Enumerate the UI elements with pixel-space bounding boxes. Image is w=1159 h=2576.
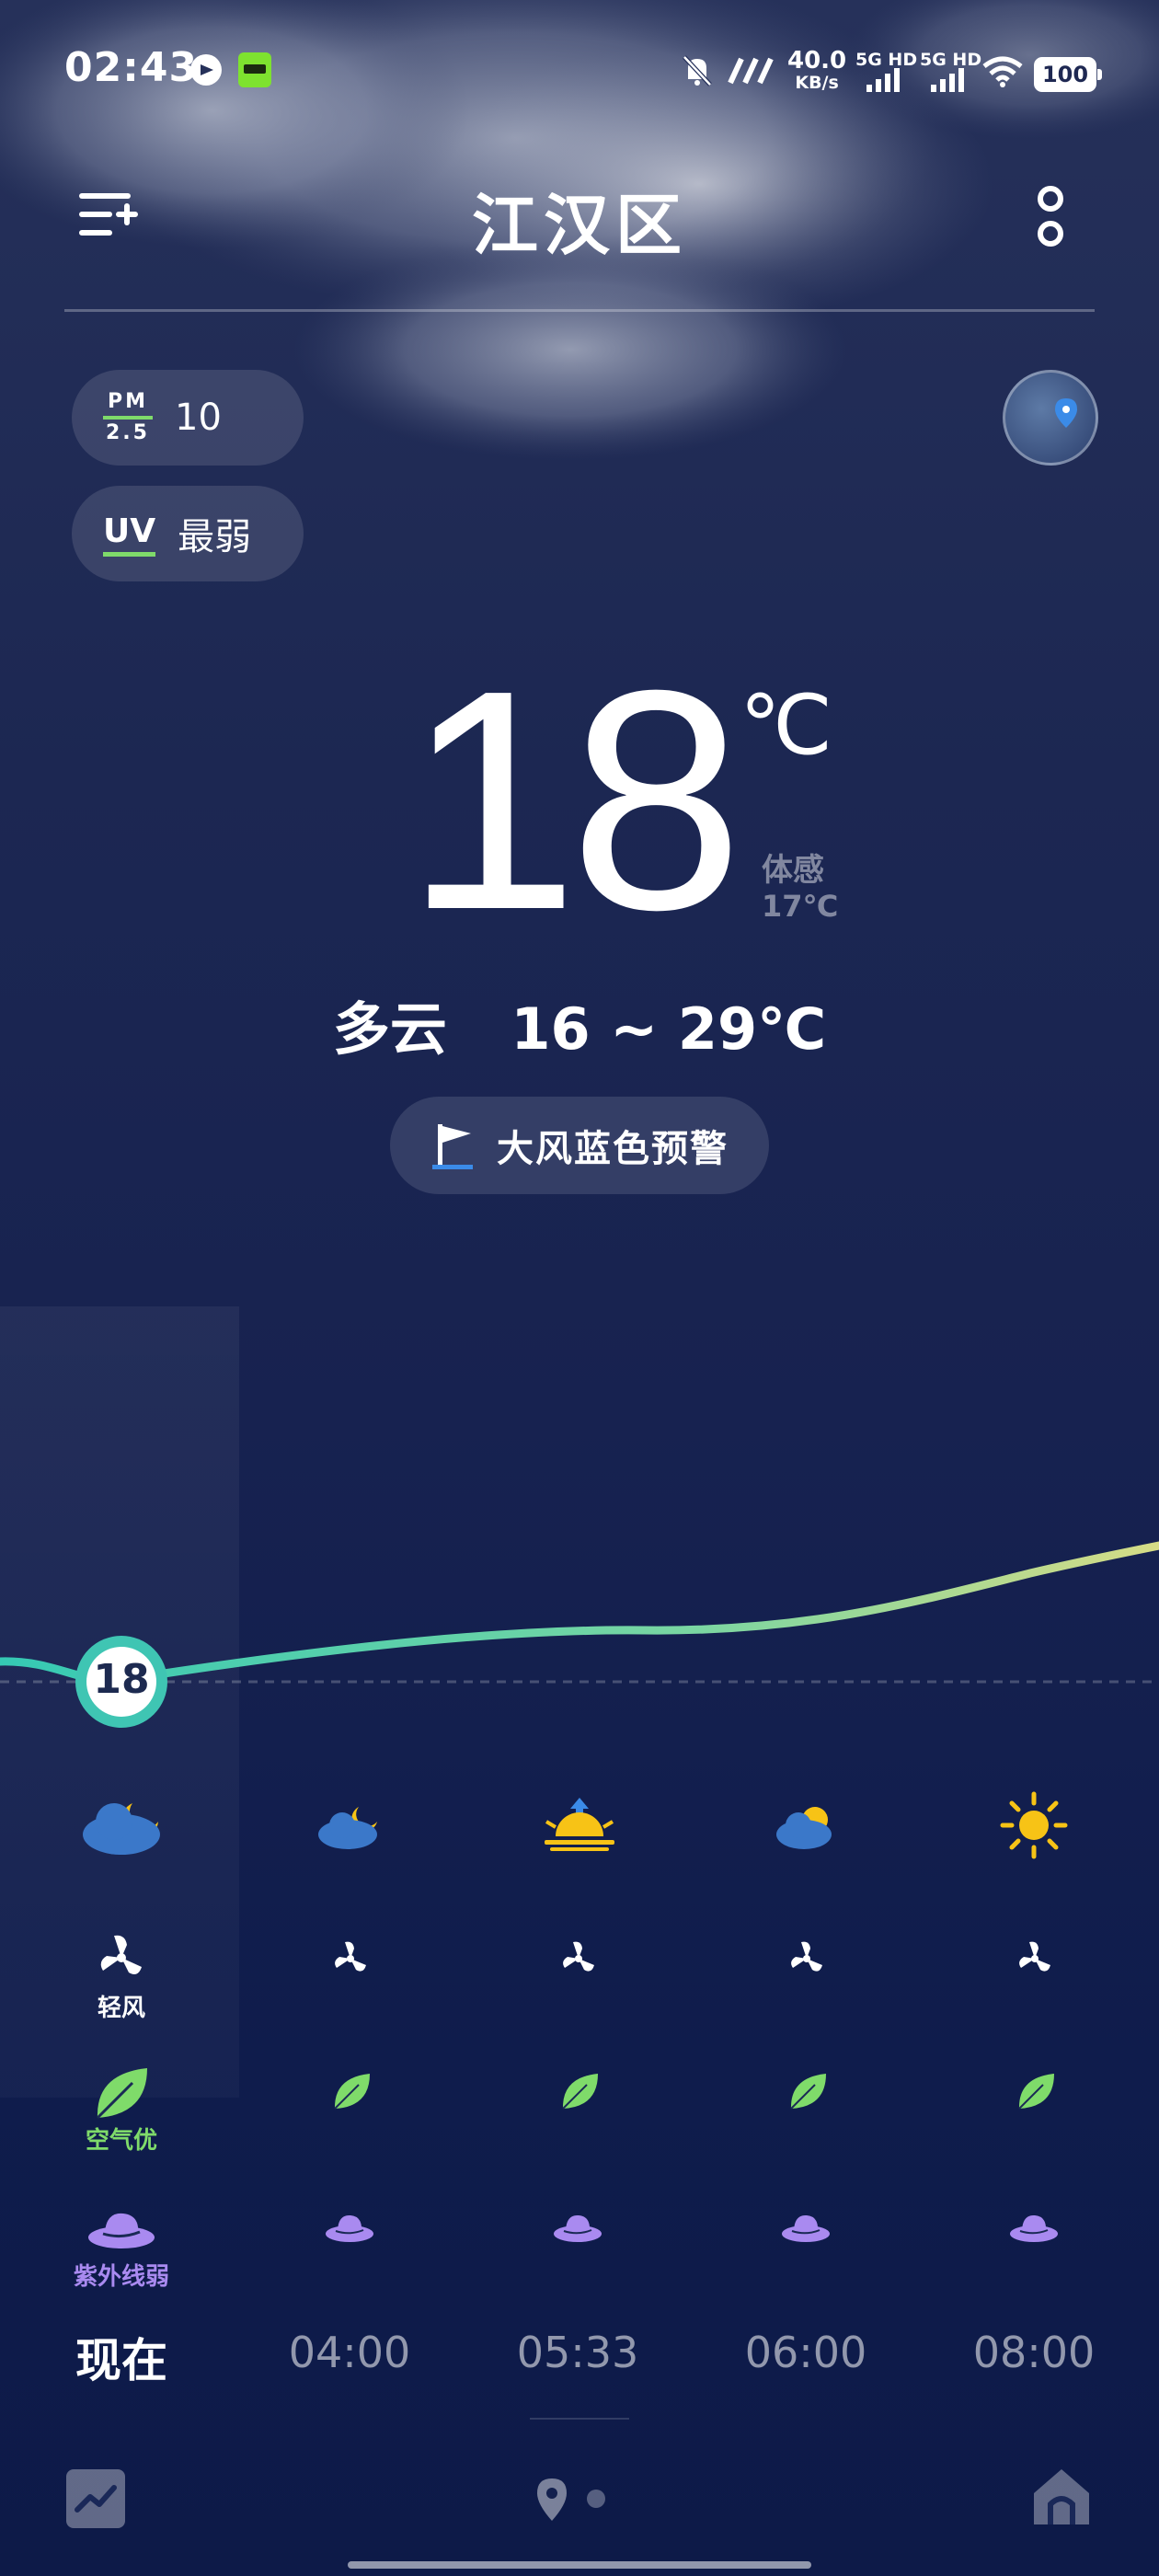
temperature-curve-chart (0, 1541, 1159, 1728)
nfc-icon (728, 57, 774, 85)
leaf-icon (96, 2068, 147, 2120)
alert-flag-icon (432, 1124, 473, 1169)
hour-label[interactable]: 04:00 (235, 2328, 464, 2377)
temperature-range: 16 ~ 29℃ (511, 995, 827, 1063)
cloudy-night-icon (83, 1803, 160, 1855)
sun-icon (1000, 1791, 1068, 1859)
current-temperature: 18 (405, 626, 743, 975)
signal-bars-1-icon (866, 68, 900, 92)
wifi-icon (982, 56, 1023, 87)
wind-fan-icon (1019, 1941, 1050, 1972)
uv-hat-icon (554, 2214, 602, 2242)
feels-like-label: 体感 (762, 852, 824, 889)
more-options-icon[interactable] (1032, 184, 1069, 250)
pm25-pill[interactable]: PM 2.5 10 (72, 370, 304, 466)
leaf-icon (562, 2074, 598, 2110)
trend-chart-icon[interactable] (66, 2469, 125, 2528)
leaf-icon (790, 2074, 826, 2110)
partly-cloudy-icon (776, 1807, 832, 1849)
alert-text: 大风蓝色预警 (497, 1128, 729, 1170)
wind-fan-icon (791, 1941, 822, 1972)
wind-fan-icon (563, 1941, 594, 1972)
now-air-label: 空气优 (85, 2127, 157, 2155)
map-pin-icon (1055, 398, 1077, 428)
status-time: 02:43 (64, 44, 199, 91)
temperature-curve-line (0, 1541, 1159, 1685)
leaf-icon (1018, 2074, 1054, 2110)
uv-hat-icon (326, 2214, 373, 2242)
cloudy-night-icon (318, 1807, 377, 1849)
hour-label[interactable]: 05:33 (464, 2328, 692, 2377)
uv-hat-icon (1010, 2214, 1058, 2242)
net-speed: 40.0 KB/s (787, 47, 847, 93)
hour-label-now[interactable]: 现在 (7, 2324, 235, 2390)
condition-line: 多云 16 ~ 29℃ (0, 983, 1159, 1065)
app-badge-icon (238, 52, 271, 87)
weather-alert-button[interactable]: 大风蓝色预警 (390, 1097, 769, 1194)
city-title: 江汉区 (471, 187, 687, 264)
feels-like-value: 17℃ (762, 889, 839, 924)
weather-condition: 多云 (332, 995, 447, 1063)
battery-indicator: 100 (1034, 57, 1102, 92)
uv-pill[interactable]: UV 最弱 (72, 486, 304, 581)
now-temp-label: 18 (93, 1656, 150, 1703)
signal-bars-2-icon (931, 68, 964, 92)
sunrise-icon (545, 1798, 614, 1851)
home-widget-icon[interactable] (1030, 2466, 1093, 2528)
wind-fan-icon (335, 1941, 366, 1972)
uv-value: 最弱 (178, 516, 252, 558)
section-divider (530, 2418, 629, 2420)
hour-label[interactable]: 06:00 (692, 2328, 920, 2377)
temperature-unit: ℃ (740, 680, 833, 772)
uv-label: UV (103, 512, 156, 557)
page-dot-icon[interactable] (585, 2488, 607, 2510)
pm25-value: 10 (175, 397, 222, 439)
gesture-home-bar[interactable] (348, 2561, 811, 2569)
uv-hat-icon (782, 2214, 830, 2242)
location-map-button[interactable] (1003, 370, 1098, 466)
location-page-indicator-icon[interactable] (534, 2477, 570, 2523)
leaf-icon (334, 2074, 370, 2110)
hour-label[interactable]: 08:00 (920, 2328, 1148, 2377)
notification-app-icon (190, 54, 222, 86)
uv-hat-icon (88, 2213, 155, 2248)
mute-bell-icon (683, 55, 712, 86)
now-wind-label: 轻风 (97, 1995, 145, 2022)
wind-fan-icon (100, 1935, 142, 1974)
pm25-label: PM 2.5 (103, 391, 153, 444)
now-uv-label: 紫外线弱 (73, 2263, 169, 2291)
header-divider (64, 309, 1095, 312)
